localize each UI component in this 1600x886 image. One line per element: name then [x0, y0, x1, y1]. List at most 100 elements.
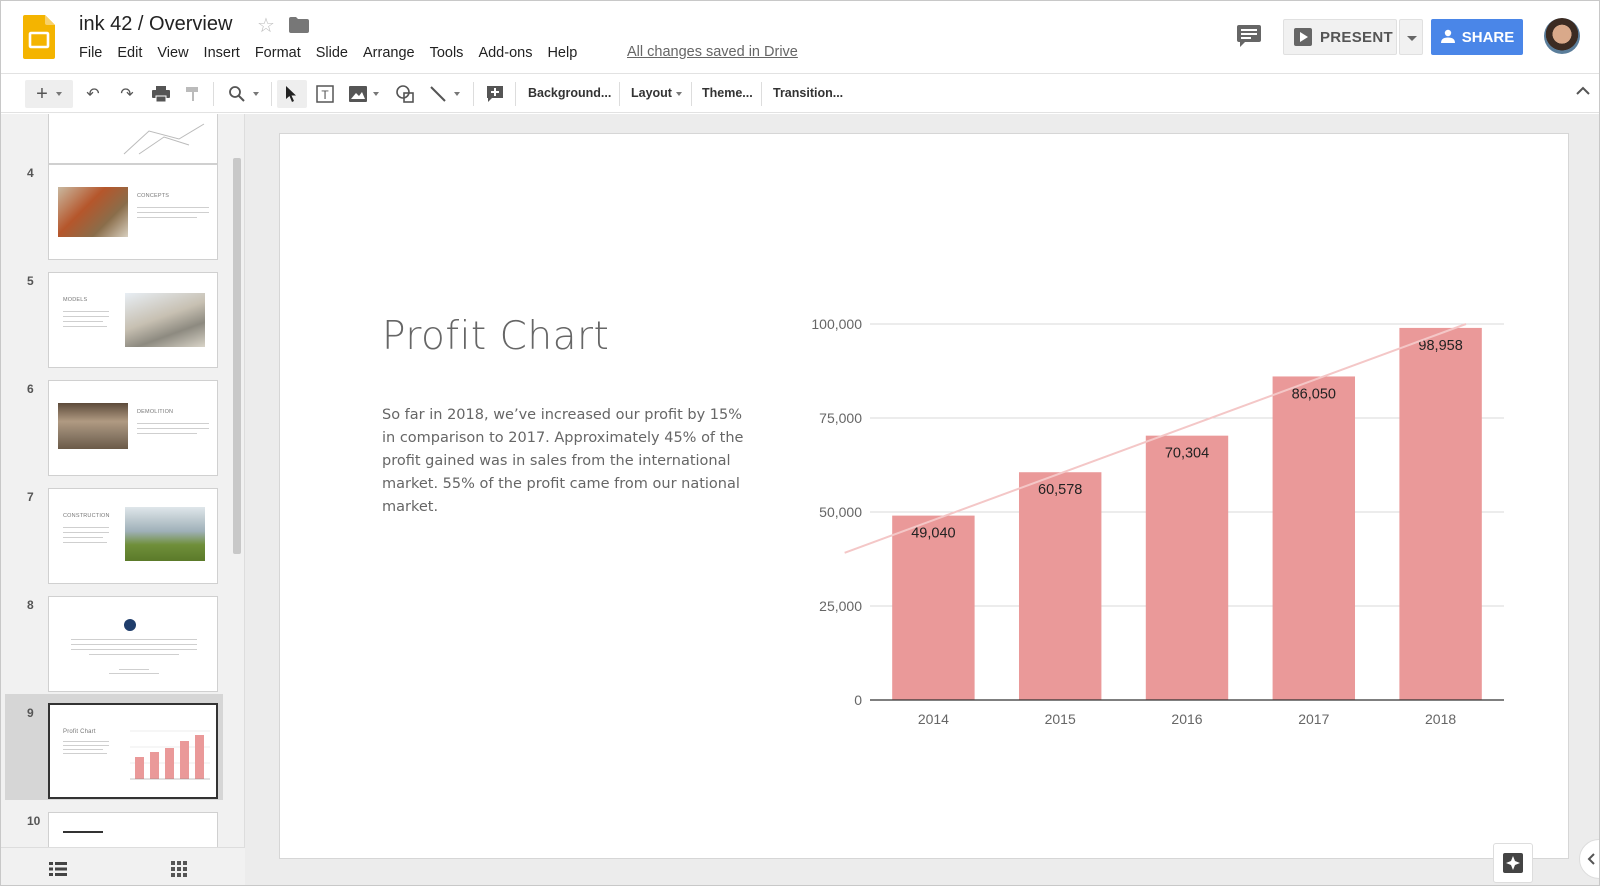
zoom-button[interactable]: [223, 80, 265, 108]
person-add-icon: [1440, 29, 1455, 43]
slide-canvas[interactable]: Profit Chart So far in 2018, we’ve incre…: [245, 114, 1599, 885]
save-status-link[interactable]: All changes saved in Drive: [627, 44, 798, 60]
menu-slide[interactable]: Slide: [316, 43, 356, 63]
select-tool-icon[interactable]: [277, 80, 307, 108]
svg-text:T: T: [321, 88, 329, 102]
slide-thumbnail-5[interactable]: MODELS: [48, 272, 218, 368]
chevron-up-icon[interactable]: [1573, 81, 1593, 101]
line-icon[interactable]: [425, 80, 465, 108]
bar-2015: [1018, 472, 1102, 700]
slide-thumbnail-7[interactable]: CONSTRUCTION: [48, 488, 218, 584]
slide-thumbnail-8[interactable]: [48, 596, 218, 692]
app-header: ink 42 / Overview ☆ File Edit View Inser…: [1, 1, 1599, 73]
theme-button[interactable]: Theme...: [702, 86, 753, 100]
account-avatar[interactable]: [1544, 18, 1580, 54]
filmstrip-scrollbar[interactable]: [233, 158, 241, 554]
y-tick-label: 25,000: [819, 598, 862, 614]
data-label: 60,578: [1038, 482, 1082, 498]
comments-icon[interactable]: [1237, 25, 1261, 47]
x-tick-label: 2017: [1298, 711, 1329, 727]
menu-view[interactable]: View: [157, 43, 196, 63]
menu-arrange[interactable]: Arrange: [363, 43, 423, 63]
toolbar-divider: [691, 82, 692, 106]
slide-heading: Profit Chart: [63, 729, 96, 735]
slide-thumbnail-10[interactable]: [48, 812, 218, 847]
slide-thumbnail-3[interactable]: [48, 114, 218, 164]
menu-insert[interactable]: Insert: [204, 43, 248, 63]
menu-format[interactable]: Format: [255, 43, 309, 63]
add-comment-icon[interactable]: [483, 80, 507, 108]
slide-number: 9: [27, 706, 34, 720]
slide-body-text[interactable]: So far in 2018, we’ve increased our prof…: [382, 404, 752, 519]
menu-add-ons[interactable]: Add-ons: [478, 43, 540, 63]
filmstrip-view-icon[interactable]: [49, 862, 67, 876]
chevron-down-icon: [373, 92, 379, 96]
menu-help[interactable]: Help: [547, 43, 585, 63]
profit-bar-chart[interactable]: 0 25,000 50,000 75,000 100,000 49,040 2014 60,5…: [800, 294, 1520, 734]
bar-2014: [892, 515, 975, 700]
slide-number: 10: [27, 814, 41, 828]
slide-thumbnail-9[interactable]: Profit Chart: [48, 703, 218, 799]
x-tick-label: 2015: [1045, 711, 1076, 727]
explore-icon: [1503, 853, 1523, 873]
folder-icon[interactable]: [289, 17, 309, 33]
grid-view-icon[interactable]: [171, 861, 187, 877]
toolbar: + ↶ ↷ T Background... Layout Theme... Tr…: [1, 73, 1599, 113]
present-button[interactable]: PRESENT: [1283, 19, 1397, 55]
data-label: 98,958: [1418, 338, 1462, 354]
undo-icon[interactable]: ↶: [81, 80, 105, 108]
star-icon[interactable]: ☆: [257, 13, 275, 38]
slide-image: [58, 403, 128, 449]
shape-icon[interactable]: [393, 80, 417, 108]
slides-logo-icon[interactable]: [23, 15, 55, 59]
y-tick-label: 100,000: [811, 316, 862, 332]
menu-tools[interactable]: Tools: [430, 43, 472, 63]
document-title[interactable]: ink 42 / Overview: [79, 13, 232, 36]
mini-bar-chart: [130, 730, 210, 780]
slide-number: 4: [27, 166, 34, 180]
current-slide[interactable]: Profit Chart So far in 2018, we’ve incre…: [279, 133, 1569, 859]
slide-image: [125, 507, 205, 561]
layout-button[interactable]: Layout: [631, 86, 682, 100]
zoom-icon: [229, 86, 245, 102]
image-icon[interactable]: [345, 80, 383, 108]
explore-button[interactable]: [1493, 843, 1533, 883]
menu-edit[interactable]: Edit: [117, 43, 150, 63]
toolbar-divider: [473, 82, 474, 106]
present-options-dropdown[interactable]: [1399, 19, 1423, 55]
quote-icon: [124, 619, 136, 631]
slide-number: 8: [27, 598, 34, 612]
x-tick-label: 2016: [1171, 711, 1202, 727]
paint-format-icon[interactable]: [181, 80, 205, 108]
bar-2018: [1399, 327, 1482, 700]
slides-app: ink 42 / Overview ☆ File Edit View Inser…: [0, 0, 1600, 886]
slide-number: 5: [27, 274, 34, 288]
slide-thumbnail-6[interactable]: DEMOLITION: [48, 380, 218, 476]
print-icon[interactable]: [149, 80, 173, 108]
slide-thumbnail-4[interactable]: CONCEPTS: [48, 164, 218, 260]
share-button[interactable]: SHARE: [1431, 19, 1523, 55]
view-switcher: [1, 847, 245, 885]
data-label: 70,304: [1165, 446, 1209, 462]
data-label: 49,040: [911, 526, 955, 542]
chevron-down-icon: [55, 92, 62, 96]
chevron-down-icon: [454, 92, 460, 96]
toolbar-divider: [619, 82, 620, 106]
slide-number: 6: [27, 382, 34, 396]
toolbar-divider: [271, 82, 272, 106]
menu-file[interactable]: File: [79, 43, 110, 63]
text-box-icon[interactable]: T: [313, 80, 337, 108]
slide-image: [125, 293, 205, 347]
transition-button[interactable]: Transition...: [773, 86, 843, 100]
new-slide-button[interactable]: +: [25, 80, 73, 108]
background-button[interactable]: Background...: [528, 86, 611, 100]
slide-heading: MODELS: [63, 297, 88, 303]
chevron-left-icon: [1587, 853, 1595, 865]
redo-icon[interactable]: ↷: [115, 80, 139, 108]
slide-title[interactable]: Profit Chart: [382, 314, 609, 359]
toolbar-divider: [761, 82, 762, 106]
slide-filmstrip[interactable]: 4 CONCEPTS 5 MODELS 6 DEMOLITION 7 CONST…: [1, 114, 245, 847]
toolbar-divider: [213, 82, 214, 106]
slide-heading: CONCEPTS: [137, 193, 170, 199]
y-tick-label: 75,000: [819, 410, 862, 426]
